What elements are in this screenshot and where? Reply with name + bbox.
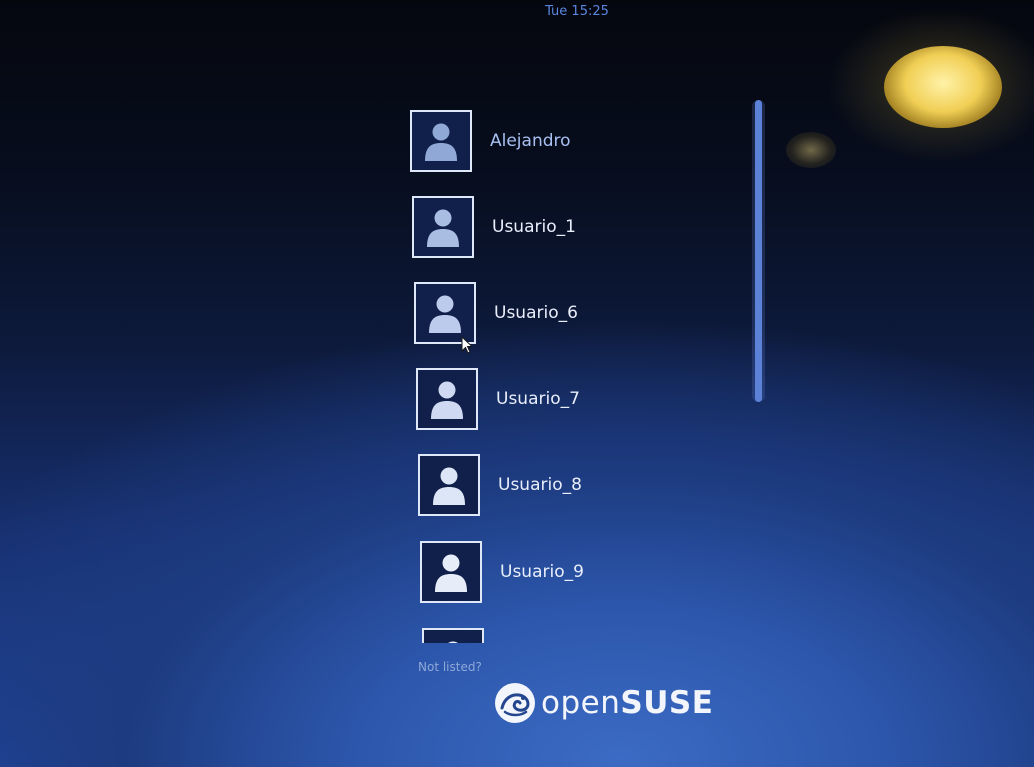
user-item-usuario-1[interactable]: Usuario_1 [412, 196, 576, 258]
user-name: Usuario_8 [498, 475, 582, 495]
person-icon [431, 381, 463, 419]
person-icon [433, 467, 465, 505]
user-name: Alejandro [490, 131, 571, 151]
top-bar: Tue 15:25 [0, 0, 1034, 26]
user-avatar-icon [418, 454, 480, 516]
user-avatar-icon [416, 368, 478, 430]
user-avatar-icon [410, 110, 472, 172]
user-item-usuario-7[interactable]: Usuario_7 [416, 368, 580, 430]
opensuse-wordmark: openSUSE [541, 685, 713, 721]
brand-word-open: open [541, 685, 621, 721]
screen-glare-reflection [786, 132, 836, 168]
user-name: Usuario_1 [492, 217, 576, 237]
user-item-alejandro[interactable]: Alejandro [410, 110, 571, 172]
person-icon [429, 295, 461, 333]
user-avatar-icon [414, 282, 476, 344]
user-item-partial[interactable] [422, 628, 502, 643]
user-list[interactable]: Alejandro Usuario_1 Usuario_6 Usuario_7 [408, 108, 738, 643]
user-item-usuario-6[interactable]: Usuario_6 [414, 282, 578, 344]
user-item-usuario-9[interactable]: Usuario_9 [420, 541, 584, 603]
clock[interactable]: Tue 15:25 [545, 4, 609, 19]
brand-word-suse: SUSE [620, 685, 714, 721]
opensuse-logo: openSUSE [493, 680, 713, 726]
person-icon [435, 554, 467, 592]
user-avatar-icon [412, 196, 474, 258]
user-list-scrollbar[interactable] [752, 100, 765, 402]
screen-glare [884, 46, 1002, 128]
user-avatar-icon [420, 541, 482, 603]
user-name: Usuario_9 [500, 562, 584, 582]
mouse-pointer-icon [461, 336, 474, 354]
person-icon [425, 123, 457, 161]
opensuse-chameleon-icon [495, 683, 535, 723]
user-avatar-icon [422, 628, 484, 643]
scrollbar-thumb[interactable] [755, 100, 762, 402]
user-name: Usuario_6 [494, 303, 578, 323]
user-name: Usuario_7 [496, 389, 580, 409]
person-icon [427, 209, 459, 247]
not-listed-link[interactable]: Not listed? [418, 660, 482, 674]
person-icon [448, 641, 458, 643]
user-item-usuario-8[interactable]: Usuario_8 [418, 454, 582, 516]
